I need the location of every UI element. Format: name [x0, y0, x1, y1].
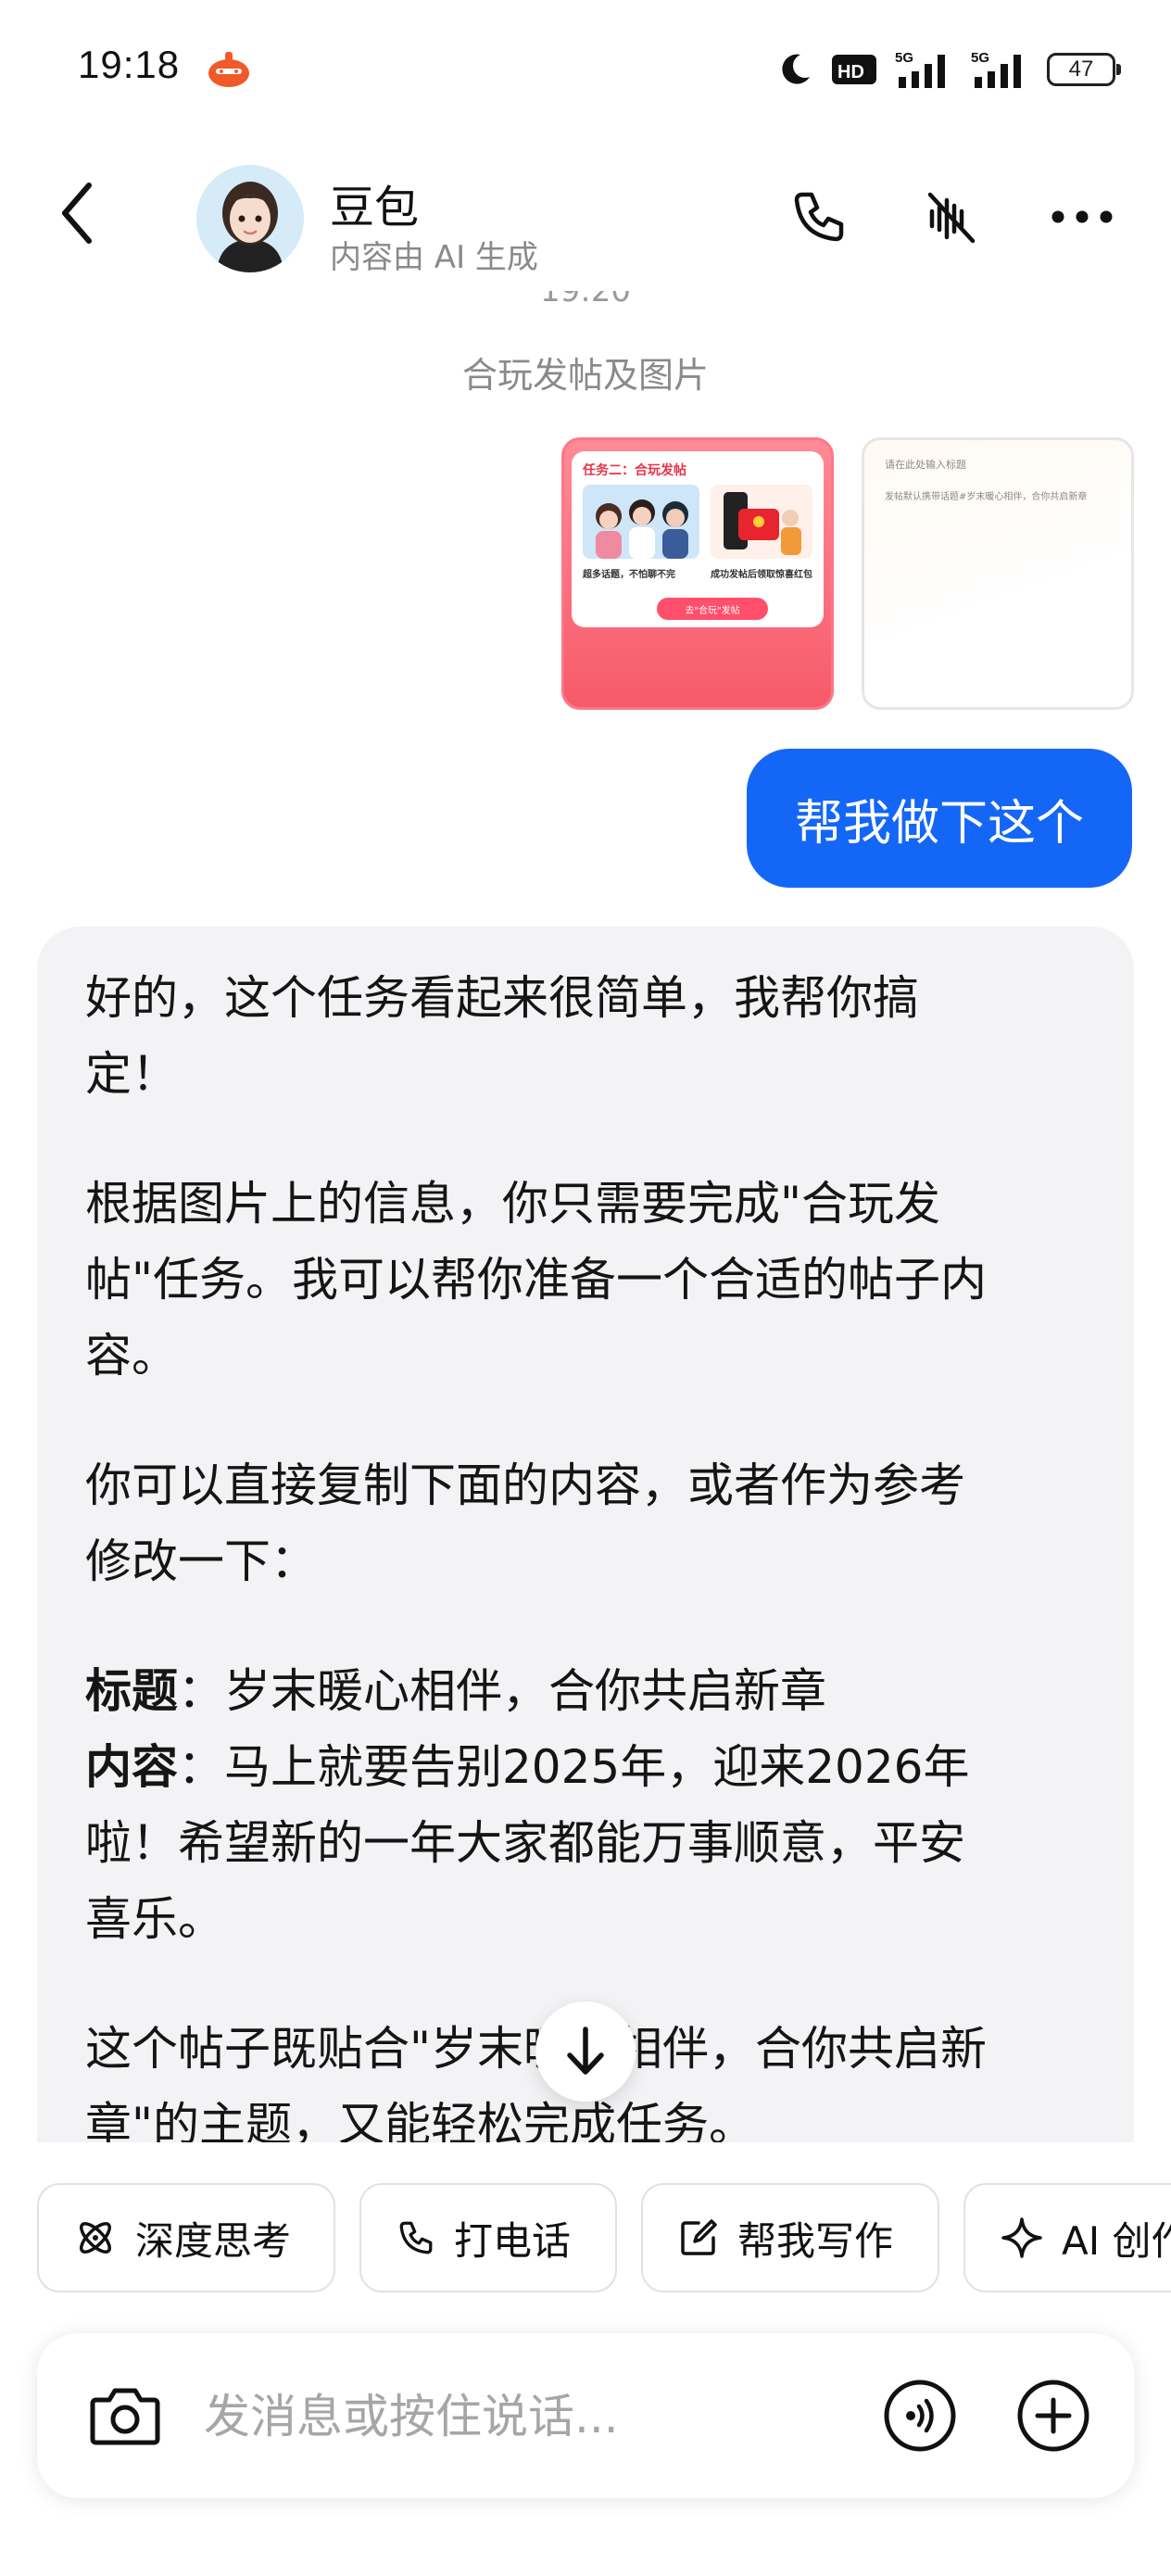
- edit-icon: [681, 2219, 717, 2255]
- signal-5g-icon: 5G: [971, 50, 1021, 88]
- task-card-title: 任务二：合玩发帖: [583, 463, 686, 478]
- chat-screen: 19:18 HD 5G 5G 47 豆包 内容由 AI 生成 19:20 合玩发…: [0, 0, 1171, 2576]
- hd-icon: HD: [832, 55, 876, 84]
- back-button[interactable]: [41, 176, 115, 250]
- voice-call-button[interactable]: [876, 2372, 963, 2459]
- post-content-line: 内容：马上就要告别2025年，迎来2026年: [85, 1729, 1088, 1805]
- more-actions-button[interactable]: [1010, 2372, 1097, 2459]
- more-button[interactable]: [1045, 180, 1119, 254]
- speaker-mute-icon: [927, 192, 976, 244]
- post-topic-text: 发帖默认携带话题#岁末暖心相伴，合你共启新章: [885, 492, 1088, 502]
- camera-icon: [90, 2388, 160, 2445]
- message-input-bar: [37, 2333, 1134, 2498]
- chip-label: AI 创作: [1062, 2217, 1171, 2264]
- task-card-caption-left: 超多话题，不怕聊不完: [583, 570, 675, 580]
- post-title-label: 标题: [85, 1664, 178, 1718]
- task-card: 任务二：合玩发帖 超多话题，不怕聊不完 成功发帖后领取惊喜红包 去"合玩"发帖: [572, 451, 824, 627]
- chip-ai-create[interactable]: AI 创作: [963, 2183, 1171, 2292]
- post-title-placeholder: 请在此处输入标题: [885, 459, 966, 471]
- post-content-label: 内容: [85, 1740, 178, 1794]
- chat-header: 豆包 内容由 AI 生成: [0, 148, 1171, 287]
- chip-label: 深度思考: [135, 2217, 292, 2264]
- battery-icon: 47: [1047, 53, 1121, 86]
- red-packet-image: [724, 492, 801, 555]
- status-bar: 19:18 HD 5G 5G 47: [0, 0, 1171, 139]
- plus-icon: [1017, 2380, 1089, 2452]
- post-title-text: ：岁末暖心相伴，合你共启新章: [178, 1664, 826, 1718]
- chip-call[interactable]: 打电话: [359, 2183, 617, 2292]
- atom-icon: [80, 2222, 111, 2254]
- doubao-avatar-image: [196, 165, 304, 272]
- image-thumbnail[interactable]: 任务二：合玩发帖 超多话题，不怕聊不完 成功发帖后领取惊喜红包 去"合玩"发帖: [561, 437, 834, 710]
- svg-text:HD: HD: [837, 62, 864, 82]
- user-message-text: 帮我做下这个: [794, 795, 1084, 852]
- scroll-to-bottom-button[interactable]: [535, 2001, 636, 2102]
- image-thumbnail[interactable]: 请在此处输入标题 发帖默认携带话题#岁末暖心相伴，合你共启新章: [862, 437, 1134, 710]
- image-caption: 合玩发帖及图片: [461, 355, 709, 396]
- message-input[interactable]: [204, 2380, 852, 2454]
- chip-writing[interactable]: 帮我写作: [641, 2183, 939, 2292]
- chip-label: 打电话: [454, 2217, 572, 2264]
- task-card-button: 去"合玩"发帖: [657, 598, 768, 620]
- chat-messages[interactable]: 19:20 合玩发帖及图片 任务二：合玩发帖 超多话题，不怕聊不完 成功发帖后领…: [0, 287, 1171, 2142]
- back-icon: [62, 183, 92, 244]
- post-title-line: 标题：岁末暖心相伴，合你共启新章: [85, 1653, 1088, 1729]
- phone-icon: [794, 192, 844, 242]
- bot-message-bubble[interactable]: 好的，这个任务看起来很简单，我帮你搞 定！ 根据图片上的信息，你只需要完成"合玩…: [37, 927, 1134, 2142]
- user-message-bubble[interactable]: 帮我做下这个: [746, 749, 1132, 888]
- more-icon: [1051, 210, 1113, 223]
- post-content-text: ：马上就要告别2025年，迎来2026年: [178, 1740, 970, 1794]
- voice-wave-icon: [884, 2380, 956, 2452]
- sparkle-icon: [1001, 2217, 1042, 2258]
- status-time: 19:18: [78, 43, 181, 86]
- phone-icon: [399, 2221, 433, 2254]
- svg-text:5G: 5G: [895, 50, 913, 66]
- bot-paragraph: 根据图片上的信息，你只需要完成"合玩发 帖"任务。我可以帮你准备一个合适的帖子内…: [85, 1177, 987, 1383]
- camera-button[interactable]: [82, 2372, 169, 2459]
- signal-5g-icon: 5G: [895, 50, 945, 88]
- status-icons: HD 5G 5G 47: [776, 46, 1121, 93]
- chat-title: 豆包: [330, 182, 420, 234]
- avatar[interactable]: [196, 165, 304, 272]
- moon-icon: [782, 54, 810, 84]
- people-image: [596, 499, 688, 559]
- bot-post-draft: 标题：岁末暖心相伴，合你共启新章 内容：马上就要告别2025年，迎来2026年 …: [85, 1653, 1088, 1957]
- bot-paragraph: 好的，这个任务看起来很简单，我帮你搞 定！: [85, 971, 919, 1101]
- red-packet-illustration: [711, 485, 812, 559]
- arrow-down-icon: [567, 2027, 604, 2075]
- call-button[interactable]: [782, 180, 856, 254]
- battery-level: 47: [1068, 57, 1094, 82]
- suggestion-chips: 深度思考 打电话 帮我写作 AI 创作: [0, 2142, 1171, 2296]
- chip-label: 帮我写作: [737, 2217, 894, 2264]
- people-illustration: [583, 485, 699, 559]
- mute-button[interactable]: [913, 180, 988, 254]
- chat-subtitle: 内容由 AI 生成: [330, 239, 538, 276]
- bot-paragraph: 你可以直接复制下面的内容，或者作为参考 修改一下：: [85, 1458, 965, 1588]
- chip-deep-think[interactable]: 深度思考: [37, 2183, 335, 2292]
- task-card-caption-right: 成功发帖后领取惊喜红包: [711, 570, 812, 580]
- pumpkin-app-icon: [208, 52, 249, 87]
- message-timestamp: 19:20: [540, 287, 631, 309]
- svg-text:5G: 5G: [971, 50, 989, 66]
